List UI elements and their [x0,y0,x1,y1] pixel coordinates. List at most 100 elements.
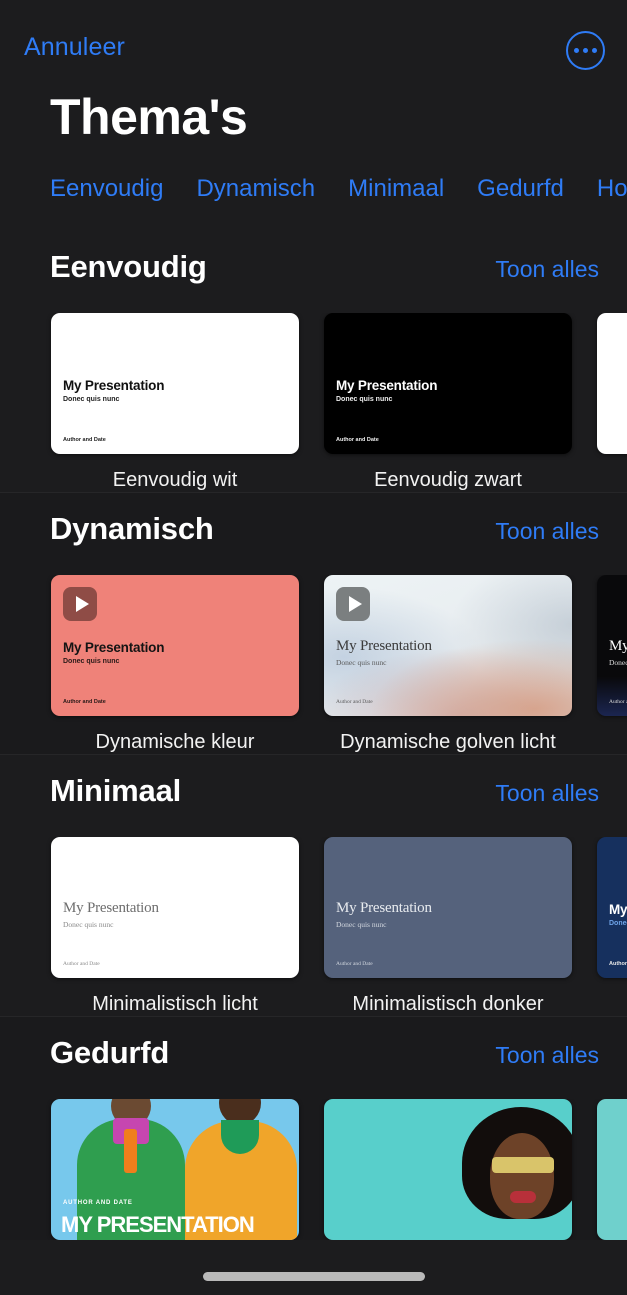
theme-card-gedurfd-3[interactable] [597,1099,627,1240]
theme-thumbnail[interactable]: My Presentation Donec quis nunc Author a… [51,837,299,978]
theme-thumbnail[interactable] [597,313,627,454]
slide-title: My Presentation [63,378,165,394]
theme-card-partial[interactable]: My Presentation Donec quis nunc Author a… [597,837,627,1016]
theme-thumbnail[interactable]: My Presentation Donec quis nunc Author a… [324,313,572,454]
slide-preview: My Presentation Donec quis nunc Author a… [324,313,572,454]
slide-footer: Author and Date [63,437,106,443]
section-eenvoudig: Eenvoudig Toon alles My Presentation Don… [0,231,627,492]
slide-title: My Presentation [609,902,627,918]
theme-thumbnail[interactable]: My Presentation Donec quis nunc Author a… [324,837,572,978]
show-all-button-minimaal[interactable]: Toon alles [495,780,599,807]
slide-title: My Presentation [336,900,432,917]
slide-preview: My Presentation Donec quis nunc Author a… [597,837,627,978]
slide-footer: Author and Date [63,961,100,967]
theme-card-label: Minimalistisch licht [92,993,258,1015]
dot-2 [583,48,588,53]
theme-card-dynamische-golven-licht[interactable]: My Presentation Donec quis nunc Author a… [324,575,572,754]
slide-kicker: AUTHOR AND DATE [63,1200,133,1206]
theme-thumbnail[interactable]: My Presentation Donec quis nunc Author a… [597,837,627,978]
show-all-button-gedurfd[interactable]: Toon alles [495,1042,599,1069]
page-title: Thema's [50,89,248,145]
slide-title: My Presentation [336,378,438,394]
slide-subtitle: Donec quis nunc [609,658,627,668]
theme-card-partial[interactable]: My Presentation Donec quis nunc Author a… [597,575,627,754]
theme-card-minimalistisch-donker[interactable]: My Presentation Donec quis nunc Author a… [324,837,572,1016]
dot-1 [574,48,579,53]
slide-title: My Presentation [609,638,627,655]
theme-card-eenvoudig-zwart[interactable]: My Presentation Donec quis nunc Author a… [324,313,572,492]
theme-thumbnail[interactable]: AUTHOR AND DATE MY PRESENTATION [51,1099,299,1240]
theme-card-partial[interactable] [597,313,627,492]
theme-thumbnail[interactable] [324,1099,572,1240]
theme-card-gedurfd-1[interactable]: AUTHOR AND DATE MY PRESENTATION [51,1099,299,1240]
slide-preview: My Presentation Donec quis nunc Author a… [51,575,299,716]
theme-card-label: Minimalistisch donker [352,993,544,1015]
theme-card-row[interactable]: My Presentation Donec quis nunc Author a… [0,837,627,1016]
theme-thumbnail[interactable]: My Presentation Donec quis nunc Author a… [51,313,299,454]
tab-dynamisch[interactable]: Dynamisch [196,175,315,203]
slide-preview [324,1099,572,1240]
figure-face [490,1133,554,1219]
slide-preview: My Presentation Donec quis nunc Author a… [324,837,572,978]
theme-card-row[interactable]: My Presentation Donec quis nunc Author a… [0,313,627,492]
slide-subtitle: Donec quis nunc [63,920,114,930]
home-indicator[interactable] [202,1272,425,1281]
section-title: Gedurfd [50,1035,170,1070]
tab-eenvoudig[interactable]: Eenvoudig [50,175,163,203]
slide-footer: Author and Date [336,961,373,967]
more-circle-icon[interactable] [566,31,605,70]
theme-card-row[interactable]: AUTHOR AND DATE MY PRESENTATION [0,1099,627,1240]
slide-subtitle: Donec quis nunc [336,920,387,930]
slide-preview: My Presentation Donec quis nunc Author a… [324,575,572,716]
section-minimaal: Minimaal Toon alles My Presentation Done… [0,754,627,1016]
theme-card-minimalistisch-licht[interactable]: My Presentation Donec quis nunc Author a… [51,837,299,1016]
theme-thumbnail[interactable]: My Presentation Donec quis nunc Author a… [597,575,627,716]
theme-thumbnail[interactable] [597,1099,627,1240]
tab-gedurfd[interactable]: Gedurfd [477,175,564,203]
theme-card-label: Eenvoudig zwart [374,469,522,491]
slide-subtitle: Donec quis nunc [336,658,387,668]
section-header: Minimaal Toon alles [0,773,627,809]
slide-preview: My Presentation Donec quis nunc Author a… [51,313,299,454]
slide-footer: Author and Date [609,961,627,967]
slide-preview: My Presentation Donec quis nunc Author a… [51,837,299,978]
slide-subtitle: Donec quis nunc [63,396,120,404]
slide-title: My Presentation [63,640,165,656]
slide-subtitle: Donec quis nunc [63,658,120,666]
theme-card-label: Eenvoudig wit [112,469,238,491]
slide-preview: My Presentation Donec quis nunc Author a… [597,575,627,716]
slide-footer: Author and Date [336,437,379,443]
section-header: Eenvoudig Toon alles [0,249,627,285]
figure-sunglasses [492,1157,554,1173]
theme-sections: Eenvoudig Toon alles My Presentation Don… [0,231,627,1240]
slide-footer: Author and Date [336,699,373,705]
theme-card-row[interactable]: My Presentation Donec quis nunc Author a… [0,575,627,754]
theme-thumbnail[interactable]: My Presentation Donec quis nunc Author a… [51,575,299,716]
category-tab-bar[interactable]: Eenvoudig Dynamisch Minimaal Gedurfd Hoo [0,175,627,203]
slide-preview: AUTHOR AND DATE MY PRESENTATION [51,1099,299,1240]
navigation-bar: Annuleer [0,0,627,88]
section-title: Minimaal [50,773,182,808]
theme-card-gedurfd-2[interactable] [324,1099,572,1240]
theme-thumbnail[interactable]: My Presentation Donec quis nunc Author a… [324,575,572,716]
slide-title: MY PRESENTATION [61,1212,255,1237]
figure-mouth [510,1191,536,1203]
theme-card-dynamische-kleur[interactable]: My Presentation Donec quis nunc Author a… [51,575,299,754]
tab-minimaal[interactable]: Minimaal [348,175,444,203]
theme-card-label: Dynamische golven licht [340,731,556,753]
cancel-button[interactable]: Annuleer [24,33,125,62]
section-header: Dynamisch Toon alles [0,511,627,547]
section-title: Dynamisch [50,511,214,546]
slide-subtitle: Donec quis nunc [609,920,627,928]
section-header: Gedurfd Toon alles [0,1035,627,1071]
section-gedurfd: Gedurfd Toon alles AUTHOR AND DATE MY PR… [0,1016,627,1240]
slide-title: My Presentation [63,900,159,917]
slide-footer: Author and Date [609,699,627,705]
show-all-button-dynamisch[interactable]: Toon alles [495,518,599,545]
show-all-button-eenvoudig[interactable]: Toon alles [495,256,599,283]
tab-hoofdletters[interactable]: Hoo [597,175,627,203]
theme-card-eenvoudig-wit[interactable]: My Presentation Donec quis nunc Author a… [51,313,299,492]
slide-title: My Presentation [336,638,432,655]
themes-picker-screen: Annuleer Thema's Eenvoudig Dynamisch Min… [0,0,627,1295]
slide-subtitle: Donec quis nunc [336,396,393,404]
